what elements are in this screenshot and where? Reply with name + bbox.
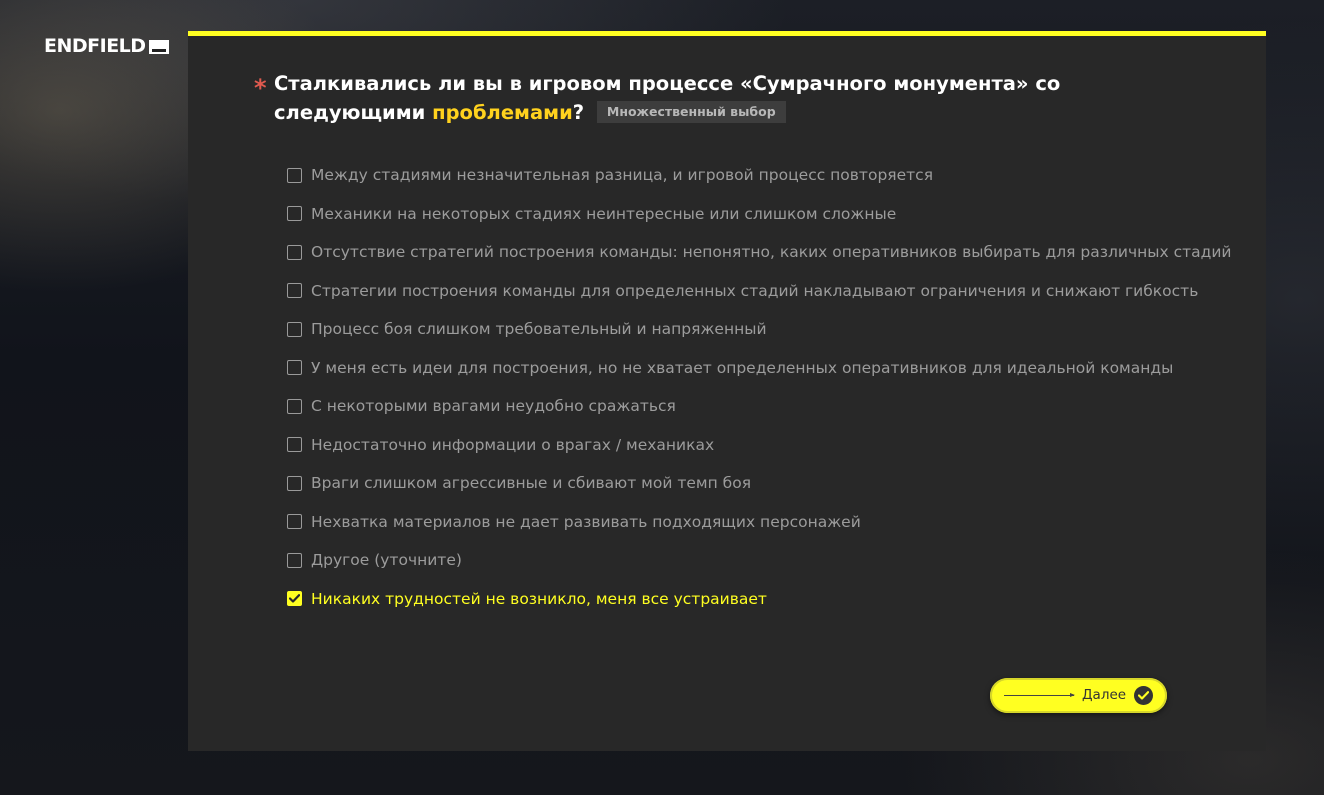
checkbox[interactable] bbox=[287, 283, 302, 299]
option-item[interactable]: Процесс боя слишком требовательный и нап… bbox=[287, 310, 1247, 349]
option-label: Между стадиями незначительная разница, и… bbox=[311, 166, 934, 185]
option-label: Недостаточно информации о врагах / механ… bbox=[311, 435, 715, 454]
check-circle-icon bbox=[1134, 686, 1153, 705]
option-item[interactable]: Никаких трудностей не возникло, меня все… bbox=[287, 580, 1247, 619]
option-label: Отсутствие стратегий построения команды:… bbox=[311, 243, 1232, 262]
multiple-choice-tag: Множественный выбор bbox=[596, 100, 786, 123]
logo-text: ENDFIELD bbox=[44, 35, 146, 57]
option-item[interactable]: Отсутствие стратегий построения команды:… bbox=[287, 233, 1247, 272]
required-mark: * bbox=[254, 74, 267, 102]
option-item[interactable]: Нехватка материалов не дает развивать по… bbox=[287, 503, 1247, 542]
question-mark: ? bbox=[572, 101, 585, 124]
option-label: Другое (уточните) bbox=[311, 551, 462, 570]
next-button[interactable]: Далее bbox=[990, 678, 1167, 713]
checkbox[interactable] bbox=[287, 167, 302, 183]
survey-panel: * Сталкивались ли вы в игровом процессе … bbox=[188, 31, 1266, 751]
checkbox-checked[interactable] bbox=[287, 591, 302, 607]
option-label: Нехватка материалов не дает развивать по… bbox=[311, 512, 861, 531]
question-highlight: проблемами bbox=[432, 101, 573, 124]
option-item[interactable]: Между стадиями незначительная разница, и… bbox=[287, 156, 1247, 195]
checkbox[interactable] bbox=[287, 514, 302, 530]
checkbox[interactable] bbox=[287, 321, 302, 337]
option-item[interactable]: Стратегии построения команды для определ… bbox=[287, 272, 1247, 311]
option-label: Стратегии построения команды для определ… bbox=[311, 281, 1199, 300]
checkbox[interactable] bbox=[287, 552, 302, 568]
option-item[interactable]: Механики на некоторых стадиях неинтересн… bbox=[287, 195, 1247, 234]
option-item[interactable]: Враги слишком агрессивные и сбивают мой … bbox=[287, 464, 1247, 503]
option-item[interactable]: Недостаточно информации о врагах / механ… bbox=[287, 426, 1247, 465]
option-label: У меня есть идеи для построения, но не х… bbox=[311, 358, 1174, 377]
options-list: Между стадиями незначительная разница, и… bbox=[287, 156, 1247, 618]
option-label: Процесс боя слишком требовательный и нап… bbox=[311, 320, 767, 339]
checkbox[interactable] bbox=[287, 244, 302, 260]
option-label: Механики на некоторых стадиях неинтересн… bbox=[311, 204, 897, 223]
option-label: С некоторыми врагами неудобно сражаться bbox=[311, 397, 676, 416]
checkbox[interactable] bbox=[287, 360, 302, 376]
option-item[interactable]: У меня есть идеи для построения, но не х… bbox=[287, 349, 1247, 388]
checkbox[interactable] bbox=[287, 437, 302, 453]
option-item[interactable]: С некоторыми врагами неудобно сражаться bbox=[287, 387, 1247, 426]
option-label: Враги слишком агрессивные и сбивают мой … bbox=[311, 474, 752, 493]
checkmark-icon bbox=[289, 594, 300, 603]
logo-mark-icon bbox=[148, 40, 169, 54]
checkbox[interactable] bbox=[287, 475, 302, 491]
option-item[interactable]: Другое (уточните) bbox=[287, 541, 1247, 580]
option-label: Никаких трудностей не возникло, меня все… bbox=[311, 589, 767, 608]
endfield-logo: ENDFIELD bbox=[44, 36, 169, 56]
question-title: Сталкивались ли вы в игровом процессе «С… bbox=[274, 69, 1194, 127]
next-button-label: Далее bbox=[1082, 687, 1127, 703]
checkbox[interactable] bbox=[287, 206, 302, 222]
checkbox[interactable] bbox=[287, 398, 302, 414]
arrow-right-icon bbox=[1004, 693, 1075, 697]
